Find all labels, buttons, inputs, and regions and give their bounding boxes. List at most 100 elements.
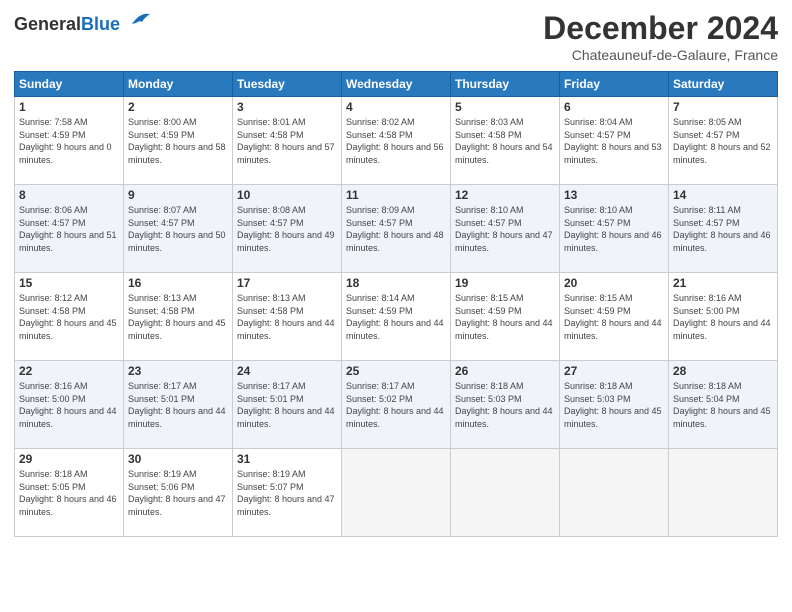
day-number: 23: [128, 364, 228, 378]
day-info: Sunrise: 8:10 AMSunset: 4:57 PMDaylight:…: [455, 205, 553, 253]
day-info: Sunrise: 8:14 AMSunset: 4:59 PMDaylight:…: [346, 293, 444, 341]
day-info: Sunrise: 8:01 AMSunset: 4:58 PMDaylight:…: [237, 117, 335, 165]
day-number: 12: [455, 188, 555, 202]
day-info: Sunrise: 8:19 AMSunset: 5:06 PMDaylight:…: [128, 469, 226, 517]
calendar-header-row: Sunday Monday Tuesday Wednesday Thursday…: [15, 72, 778, 97]
day-info: Sunrise: 8:10 AMSunset: 4:57 PMDaylight:…: [564, 205, 662, 253]
day-info: Sunrise: 8:18 AMSunset: 5:03 PMDaylight:…: [564, 381, 662, 429]
calendar-day-cell: 15 Sunrise: 8:12 AMSunset: 4:58 PMDaylig…: [15, 273, 124, 361]
day-info: Sunrise: 8:13 AMSunset: 4:58 PMDaylight:…: [237, 293, 335, 341]
calendar-day-cell: 17 Sunrise: 8:13 AMSunset: 4:58 PMDaylig…: [233, 273, 342, 361]
calendar-day-cell: 3 Sunrise: 8:01 AMSunset: 4:58 PMDayligh…: [233, 97, 342, 185]
calendar-day-cell: 11 Sunrise: 8:09 AMSunset: 4:57 PMDaylig…: [342, 185, 451, 273]
calendar-day-cell: 29 Sunrise: 8:18 AMSunset: 5:05 PMDaylig…: [15, 449, 124, 537]
calendar-table: Sunday Monday Tuesday Wednesday Thursday…: [14, 71, 778, 537]
day-number: 31: [237, 452, 337, 466]
calendar-day-cell: [669, 449, 778, 537]
calendar-day-cell: 7 Sunrise: 8:05 AMSunset: 4:57 PMDayligh…: [669, 97, 778, 185]
day-number: 5: [455, 100, 555, 114]
calendar-week-row: 29 Sunrise: 8:18 AMSunset: 5:05 PMDaylig…: [15, 449, 778, 537]
day-info: Sunrise: 8:00 AMSunset: 4:59 PMDaylight:…: [128, 117, 226, 165]
day-info: Sunrise: 8:07 AMSunset: 4:57 PMDaylight:…: [128, 205, 226, 253]
day-number: 30: [128, 452, 228, 466]
day-number: 24: [237, 364, 337, 378]
title-section: December 2024 Chateauneuf-de-Galaure, Fr…: [543, 10, 778, 63]
header: GeneralBlue December 2024 Chateauneuf-de…: [14, 10, 778, 63]
day-info: Sunrise: 8:06 AMSunset: 4:57 PMDaylight:…: [19, 205, 117, 253]
day-number: 6: [564, 100, 664, 114]
day-info: Sunrise: 8:17 AMSunset: 5:01 PMDaylight:…: [128, 381, 226, 429]
calendar-week-row: 15 Sunrise: 8:12 AMSunset: 4:58 PMDaylig…: [15, 273, 778, 361]
day-number: 28: [673, 364, 773, 378]
day-info: Sunrise: 8:12 AMSunset: 4:58 PMDaylight:…: [19, 293, 117, 341]
calendar-week-row: 8 Sunrise: 8:06 AMSunset: 4:57 PMDayligh…: [15, 185, 778, 273]
calendar-week-row: 22 Sunrise: 8:16 AMSunset: 5:00 PMDaylig…: [15, 361, 778, 449]
day-number: 29: [19, 452, 119, 466]
day-info: Sunrise: 8:18 AMSunset: 5:05 PMDaylight:…: [19, 469, 117, 517]
calendar-day-cell: 31 Sunrise: 8:19 AMSunset: 5:07 PMDaylig…: [233, 449, 342, 537]
day-info: Sunrise: 8:13 AMSunset: 4:58 PMDaylight:…: [128, 293, 226, 341]
calendar-day-cell: 26 Sunrise: 8:18 AMSunset: 5:03 PMDaylig…: [451, 361, 560, 449]
calendar-day-cell: [342, 449, 451, 537]
calendar-day-cell: 12 Sunrise: 8:10 AMSunset: 4:57 PMDaylig…: [451, 185, 560, 273]
location-subtitle: Chateauneuf-de-Galaure, France: [543, 47, 778, 63]
col-sunday: Sunday: [15, 72, 124, 97]
day-number: 27: [564, 364, 664, 378]
col-monday: Monday: [124, 72, 233, 97]
day-number: 3: [237, 100, 337, 114]
day-number: 25: [346, 364, 446, 378]
day-number: 1: [19, 100, 119, 114]
day-number: 10: [237, 188, 337, 202]
calendar-day-cell: 27 Sunrise: 8:18 AMSunset: 5:03 PMDaylig…: [560, 361, 669, 449]
calendar-day-cell: [560, 449, 669, 537]
day-info: Sunrise: 8:18 AMSunset: 5:03 PMDaylight:…: [455, 381, 553, 429]
calendar-container: GeneralBlue December 2024 Chateauneuf-de…: [0, 0, 792, 612]
calendar-day-cell: 4 Sunrise: 8:02 AMSunset: 4:58 PMDayligh…: [342, 97, 451, 185]
calendar-day-cell: 28 Sunrise: 8:18 AMSunset: 5:04 PMDaylig…: [669, 361, 778, 449]
calendar-day-cell: 23 Sunrise: 8:17 AMSunset: 5:01 PMDaylig…: [124, 361, 233, 449]
day-info: Sunrise: 8:05 AMSunset: 4:57 PMDaylight:…: [673, 117, 771, 165]
day-info: Sunrise: 8:16 AMSunset: 5:00 PMDaylight:…: [673, 293, 771, 341]
calendar-day-cell: 8 Sunrise: 8:06 AMSunset: 4:57 PMDayligh…: [15, 185, 124, 273]
day-info: Sunrise: 8:11 AMSunset: 4:57 PMDaylight:…: [673, 205, 771, 253]
day-info: Sunrise: 8:17 AMSunset: 5:01 PMDaylight:…: [237, 381, 335, 429]
calendar-day-cell: 30 Sunrise: 8:19 AMSunset: 5:06 PMDaylig…: [124, 449, 233, 537]
day-number: 4: [346, 100, 446, 114]
calendar-day-cell: 21 Sunrise: 8:16 AMSunset: 5:00 PMDaylig…: [669, 273, 778, 361]
calendar-day-cell: 14 Sunrise: 8:11 AMSunset: 4:57 PMDaylig…: [669, 185, 778, 273]
calendar-day-cell: 16 Sunrise: 8:13 AMSunset: 4:58 PMDaylig…: [124, 273, 233, 361]
day-info: Sunrise: 8:18 AMSunset: 5:04 PMDaylight:…: [673, 381, 771, 429]
col-thursday: Thursday: [451, 72, 560, 97]
day-number: 15: [19, 276, 119, 290]
logo-text: GeneralBlue: [14, 14, 120, 35]
day-number: 7: [673, 100, 773, 114]
day-info: Sunrise: 8:15 AMSunset: 4:59 PMDaylight:…: [564, 293, 662, 341]
col-tuesday: Tuesday: [233, 72, 342, 97]
logo: GeneralBlue: [14, 14, 152, 35]
day-number: 20: [564, 276, 664, 290]
day-info: Sunrise: 8:04 AMSunset: 4:57 PMDaylight:…: [564, 117, 662, 165]
calendar-day-cell: 24 Sunrise: 8:17 AMSunset: 5:01 PMDaylig…: [233, 361, 342, 449]
day-info: Sunrise: 8:19 AMSunset: 5:07 PMDaylight:…: [237, 469, 335, 517]
day-number: 8: [19, 188, 119, 202]
calendar-day-cell: 25 Sunrise: 8:17 AMSunset: 5:02 PMDaylig…: [342, 361, 451, 449]
day-info: Sunrise: 8:03 AMSunset: 4:58 PMDaylight:…: [455, 117, 553, 165]
day-number: 16: [128, 276, 228, 290]
day-info: Sunrise: 8:09 AMSunset: 4:57 PMDaylight:…: [346, 205, 444, 253]
day-number: 11: [346, 188, 446, 202]
day-number: 13: [564, 188, 664, 202]
calendar-day-cell: 5 Sunrise: 8:03 AMSunset: 4:58 PMDayligh…: [451, 97, 560, 185]
calendar-day-cell: 6 Sunrise: 8:04 AMSunset: 4:57 PMDayligh…: [560, 97, 669, 185]
day-number: 21: [673, 276, 773, 290]
day-number: 26: [455, 364, 555, 378]
day-info: Sunrise: 8:16 AMSunset: 5:00 PMDaylight:…: [19, 381, 117, 429]
month-title: December 2024: [543, 10, 778, 47]
logo-bird-icon: [122, 10, 152, 32]
calendar-day-cell: 22 Sunrise: 8:16 AMSunset: 5:00 PMDaylig…: [15, 361, 124, 449]
day-info: Sunrise: 8:02 AMSunset: 4:58 PMDaylight:…: [346, 117, 444, 165]
day-number: 18: [346, 276, 446, 290]
day-number: 9: [128, 188, 228, 202]
calendar-day-cell: [451, 449, 560, 537]
calendar-day-cell: 1 Sunrise: 7:58 AMSunset: 4:59 PMDayligh…: [15, 97, 124, 185]
calendar-day-cell: 18 Sunrise: 8:14 AMSunset: 4:59 PMDaylig…: [342, 273, 451, 361]
